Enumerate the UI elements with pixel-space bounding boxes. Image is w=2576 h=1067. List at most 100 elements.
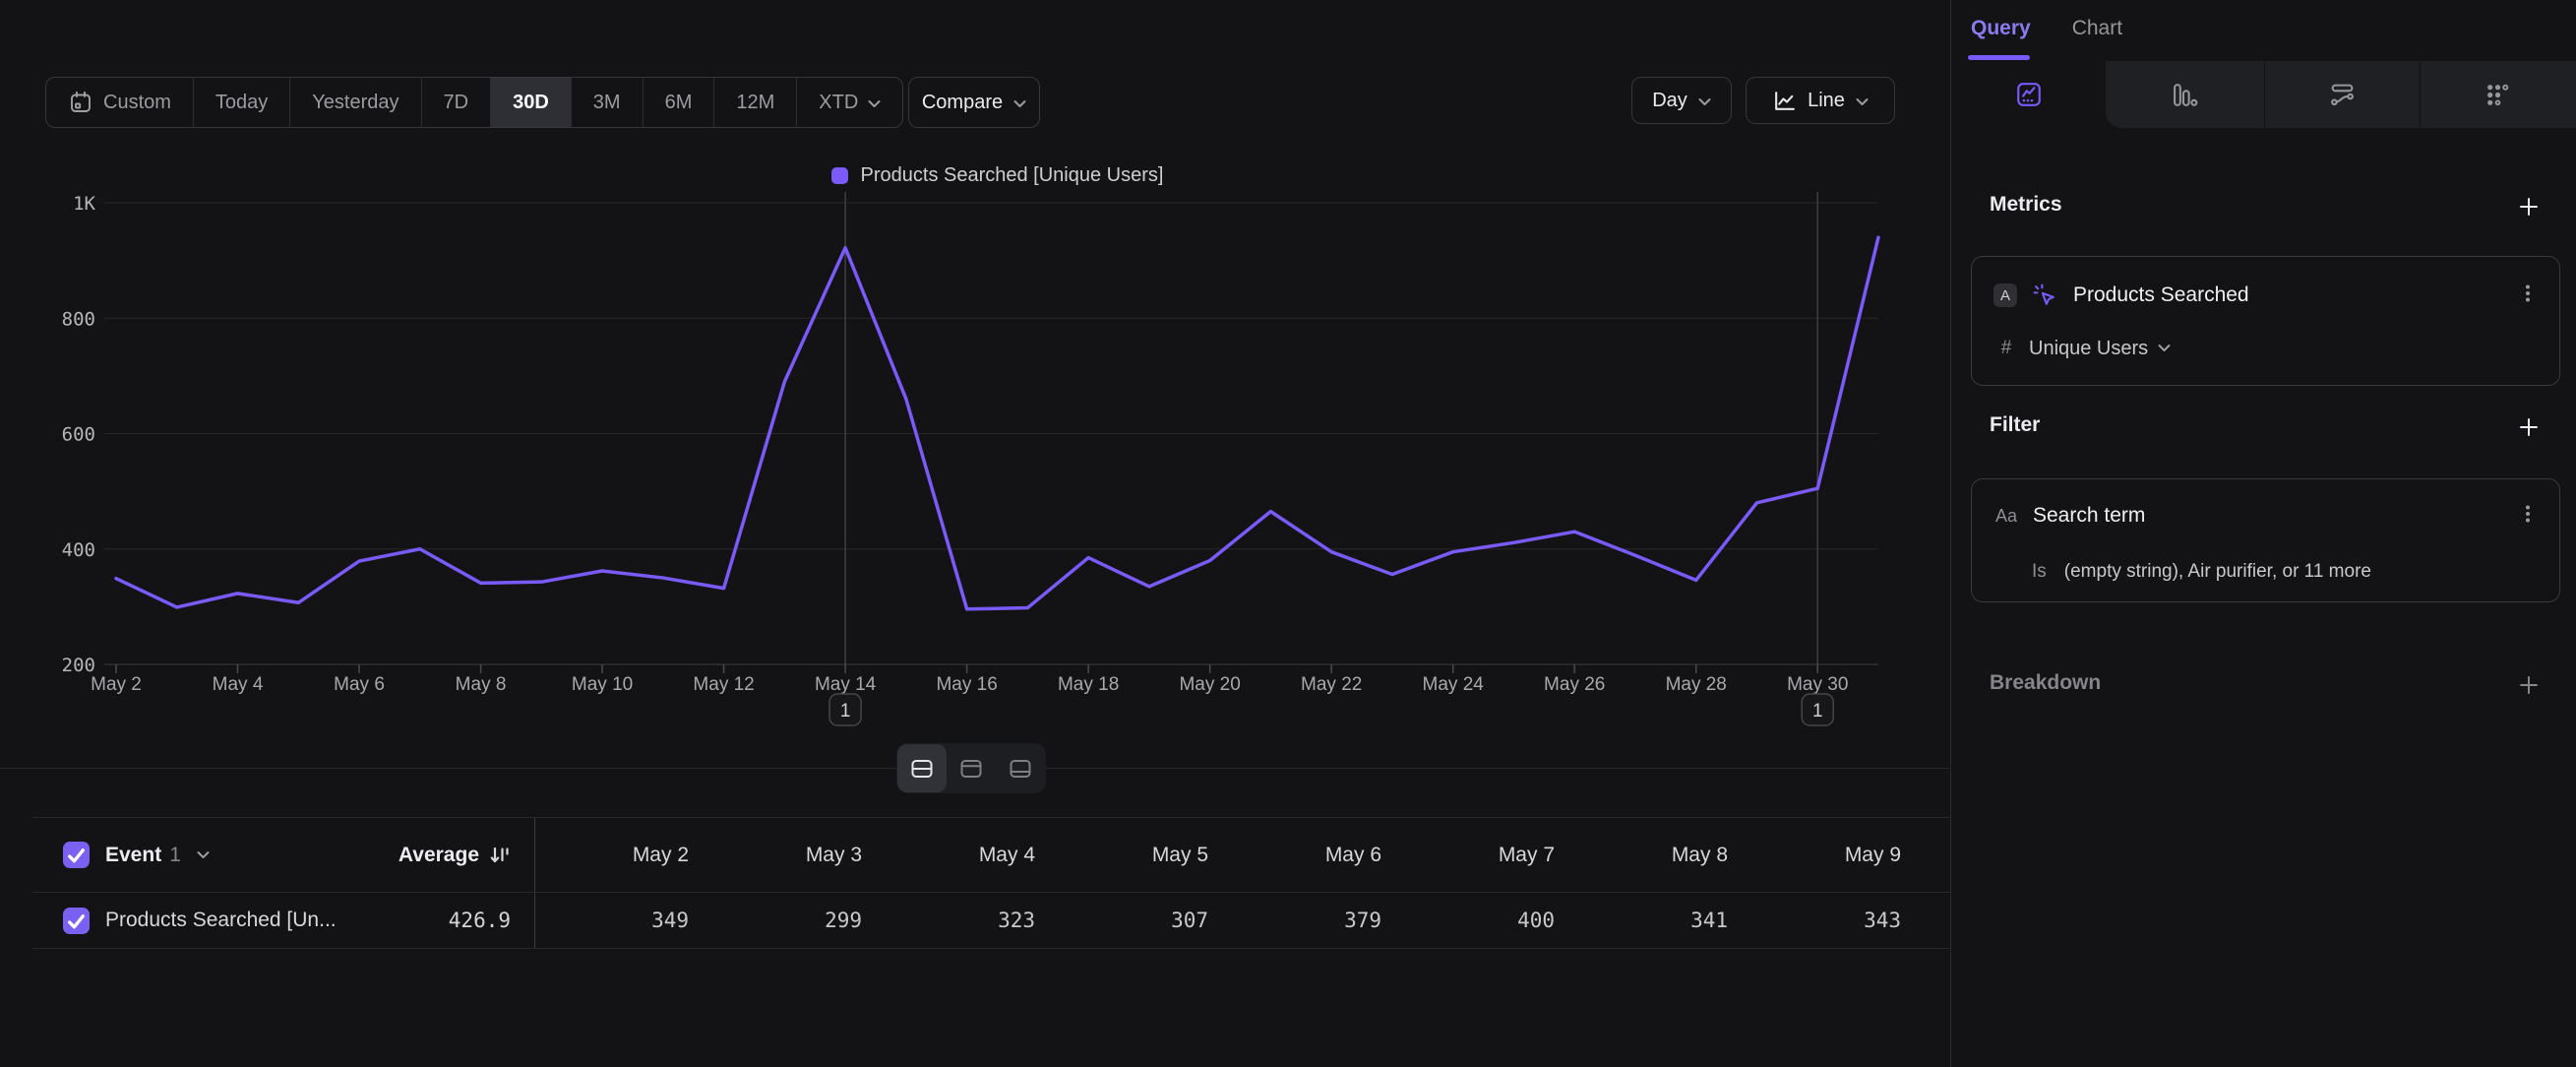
event-column-label[interactable]: Event <box>105 844 161 867</box>
select-all-checkbox[interactable] <box>63 842 90 868</box>
aggregation-label[interactable]: Unique Users <box>2029 338 2148 360</box>
tab-chart[interactable]: Chart <box>2072 17 2122 40</box>
date-column-header[interactable]: May 8 <box>1574 844 1748 867</box>
metric-card[interactable]: A Products Searched # Unique Users <box>1971 256 2560 386</box>
cell-value: 400 <box>1401 909 1574 932</box>
table-header-row: Event 1 Average May 2May 3May 4May 5May … <box>32 817 1950 893</box>
x-axis-label: May 22 <box>1301 674 1362 695</box>
tab-flows[interactable] <box>2264 61 2420 128</box>
x-axis-label: May 30 <box>1787 674 1848 695</box>
x-axis-label: May 18 <box>1058 674 1119 695</box>
tab-insights[interactable] <box>1951 61 2106 128</box>
summary-table: Event 1 Average May 2May 3May 4May 5May … <box>32 817 1950 949</box>
tab-funnels[interactable] <box>2106 61 2264 128</box>
filter-property-name[interactable]: Search term <box>2033 504 2145 528</box>
cell-value: 323 <box>882 909 1055 932</box>
kebab-icon <box>2516 282 2540 305</box>
query-panel: Query Chart <box>1951 0 2576 1067</box>
filter-operator[interactable]: Is <box>2032 561 2047 583</box>
y-axis-label: 200 <box>62 655 95 676</box>
insights-icon <box>2015 81 2043 108</box>
metric-name[interactable]: Products Searched <box>2073 283 2249 307</box>
annotation-badge-label: 1 <box>840 701 851 722</box>
cell-value: 299 <box>708 909 882 932</box>
metric-badge: A <box>1993 283 2017 307</box>
annotation-badge-label: 1 <box>1812 701 1823 722</box>
chevron-down-icon[interactable] <box>197 847 210 864</box>
line-chart: 200 400 600 800 1K May 2 May 4 May 6 May 8 May 10… <box>0 0 1950 750</box>
x-axis-label: May 14 <box>815 674 877 695</box>
x-axis-label: May 26 <box>1544 674 1605 695</box>
panel-tabs: Query Chart <box>1971 0 2122 57</box>
y-axis-label: 600 <box>62 424 95 446</box>
y-axis-label: 1K <box>73 193 95 215</box>
date-column-header[interactable]: May 9 <box>1748 844 1921 867</box>
y-axis-label: 800 <box>62 308 95 330</box>
text-property-icon: Aa <box>1993 506 2019 527</box>
plus-icon <box>2517 195 2541 219</box>
main-area: CustomTodayYesterday7D30D3M6M12MXTD Comp… <box>0 0 1950 1067</box>
date-column-header[interactable]: May 2 <box>535 844 708 867</box>
x-axis-label: May 16 <box>936 674 997 695</box>
funnels-icon <box>2172 82 2198 108</box>
layout-split-button[interactable] <box>897 744 947 792</box>
metric-menu-button[interactable] <box>2516 282 2540 310</box>
breakdown-section-title: Breakdown <box>1990 671 2101 695</box>
cell-value: 379 <box>1228 909 1401 932</box>
date-column-header[interactable]: May 3 <box>708 844 882 867</box>
add-filter-button[interactable] <box>2517 415 2541 439</box>
filter-menu-button[interactable] <box>2516 502 2540 531</box>
date-column-header[interactable]: May 6 <box>1228 844 1401 867</box>
table-row: Products Searched [Un... 426.9 349299323… <box>32 893 1950 949</box>
cell-value: 307 <box>1055 909 1228 932</box>
metrics-section-title: Metrics <box>1990 193 2062 217</box>
x-axis-label: May 28 <box>1666 674 1727 695</box>
x-axis-label: May 2 <box>91 674 142 695</box>
filter-value[interactable]: (empty string), Air purifier, or 11 more <box>2064 561 2371 583</box>
retention-icon <box>2484 82 2511 108</box>
date-column-header[interactable]: May 4 <box>882 844 1055 867</box>
x-axis-label: May 10 <box>572 674 633 695</box>
tab-retention[interactable] <box>2420 61 2576 128</box>
chevron-down-icon[interactable] <box>2158 340 2171 357</box>
aggregation-hash-icon: # <box>1993 338 2019 359</box>
x-axis-label: May 12 <box>693 674 754 695</box>
chart-only-icon <box>959 757 983 781</box>
layout-chart-button[interactable] <box>947 744 996 792</box>
filter-card[interactable]: Aa Search term Is (empty string), Air pu… <box>1971 478 2560 602</box>
layout-toggle <box>896 743 1046 793</box>
date-column-header[interactable]: May 5 <box>1055 844 1228 867</box>
average-column-label[interactable]: Average <box>399 844 479 867</box>
cell-value: 349 <box>535 909 708 932</box>
report-type-tabs <box>1951 61 2576 128</box>
plus-icon <box>2517 415 2541 439</box>
check-icon <box>64 909 89 933</box>
x-axis-label: May 4 <box>213 674 264 695</box>
kebab-icon <box>2516 502 2540 526</box>
date-column-header[interactable]: May 7 <box>1401 844 1574 867</box>
x-axis-label: May 24 <box>1423 674 1485 695</box>
series-line <box>116 237 1878 609</box>
x-axis-label: May 8 <box>456 674 507 695</box>
x-axis-label: May 6 <box>334 674 385 695</box>
sort-descending-icon[interactable] <box>489 845 511 866</box>
add-breakdown-button[interactable] <box>2517 673 2541 697</box>
add-metric-button[interactable] <box>2517 195 2541 219</box>
check-icon <box>64 843 89 867</box>
layout-table-button[interactable] <box>996 744 1045 792</box>
row-checkbox[interactable] <box>63 908 90 934</box>
filter-section-title: Filter <box>1990 413 2040 437</box>
plus-icon <box>2517 673 2541 697</box>
cell-value: 343 <box>1748 909 1921 932</box>
table-only-icon <box>1009 757 1032 781</box>
event-cursor-icon <box>2033 283 2057 308</box>
active-tab-underline <box>1968 55 2030 60</box>
series-name: Products Searched [Un... <box>105 909 337 932</box>
tab-query[interactable]: Query <box>1971 17 2031 40</box>
event-count: 1 <box>169 844 181 867</box>
cell-value: 341 <box>1574 909 1748 932</box>
average-value: 426.9 <box>449 909 511 932</box>
x-axis-label: May 20 <box>1179 674 1240 695</box>
y-axis-label: 400 <box>62 539 95 561</box>
split-view-icon <box>910 757 934 781</box>
